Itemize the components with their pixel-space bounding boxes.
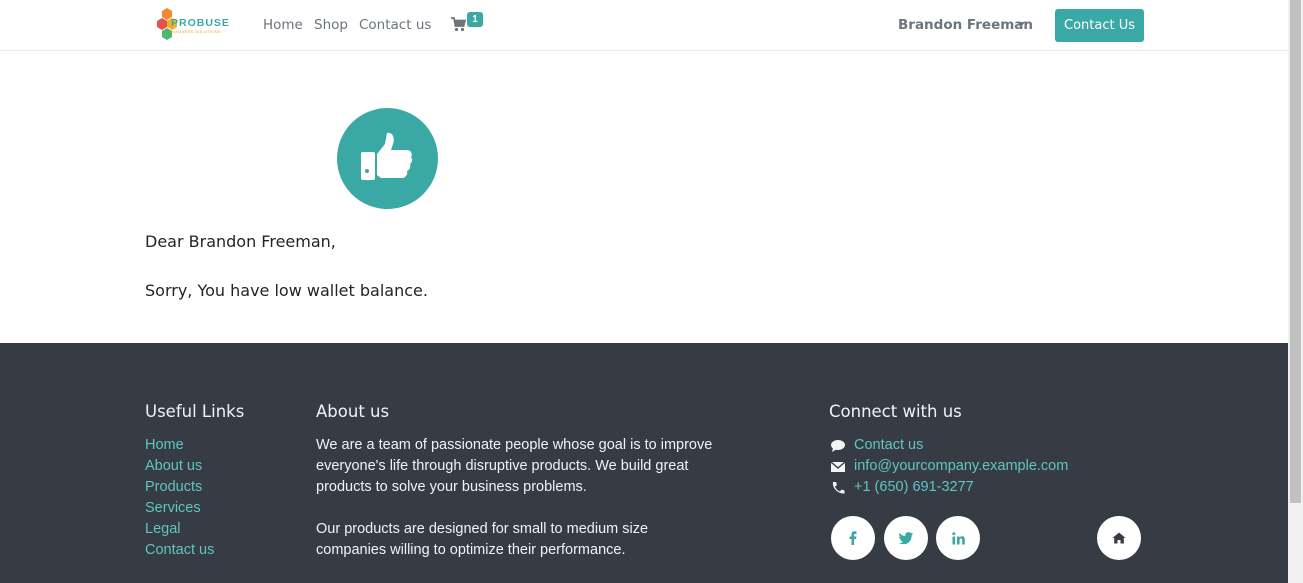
- nav-contact-us[interactable]: Contact us: [359, 17, 431, 33]
- cart-icon[interactable]: [451, 17, 467, 32]
- twitter-icon[interactable]: [884, 516, 928, 560]
- about-text-line: Our products are designed for small to m…: [316, 521, 649, 537]
- footer-link-home[interactable]: Home: [145, 437, 184, 453]
- scrollbar-thumb[interactable]: [1290, 0, 1301, 503]
- comment-icon: [830, 439, 846, 453]
- email-link[interactable]: info@yourcompany.example.com: [854, 458, 1068, 474]
- phone-icon: [830, 481, 846, 495]
- footer-link-services[interactable]: Services: [145, 500, 201, 516]
- thumbs-up-icon: [361, 132, 413, 180]
- greeting-text: Dear Brandon Freeman,: [145, 232, 336, 251]
- footer-link-contact-us[interactable]: Contact us: [145, 542, 214, 558]
- nav-shop[interactable]: Shop: [314, 17, 348, 33]
- contact-us-link[interactable]: Contact us: [854, 437, 923, 453]
- cart-count-badge: 1: [467, 12, 483, 27]
- about-text-line: everyone's life through disruptive produ…: [316, 458, 689, 474]
- thumbs-up-badge: [337, 108, 438, 209]
- phone-link[interactable]: +1 (650) 691-3277: [854, 479, 974, 495]
- about-text-line: We are a team of passionate people whose…: [316, 437, 713, 453]
- useful-links-heading: Useful Links: [145, 402, 245, 421]
- about-text-line: companies willing to optimize their perf…: [316, 542, 626, 558]
- home-icon[interactable]: [1097, 516, 1141, 560]
- brand-name: PROBUSE: [171, 17, 230, 29]
- facebook-icon[interactable]: [831, 516, 875, 560]
- linkedin-icon[interactable]: [936, 516, 980, 560]
- about-us-heading: About us: [316, 402, 390, 421]
- footer-link-about-us[interactable]: About us: [145, 458, 202, 474]
- brand-tagline: BUSINESS SOLUTIONS: [171, 29, 221, 34]
- nav-home[interactable]: Home: [263, 17, 303, 33]
- footer-link-legal[interactable]: Legal: [145, 521, 180, 537]
- about-text-line: products to solve your business problems…: [316, 479, 587, 495]
- chevron-down-icon[interactable]: [1017, 22, 1025, 27]
- user-menu[interactable]: Brandon Freeman: [898, 17, 1033, 33]
- connect-heading: Connect with us: [829, 402, 962, 421]
- footer-link-products[interactable]: Products: [145, 479, 202, 495]
- wallet-message: Sorry, You have low wallet balance.: [145, 281, 428, 300]
- envelope-icon: [830, 460, 846, 474]
- contact-us-button[interactable]: Contact Us: [1055, 9, 1144, 42]
